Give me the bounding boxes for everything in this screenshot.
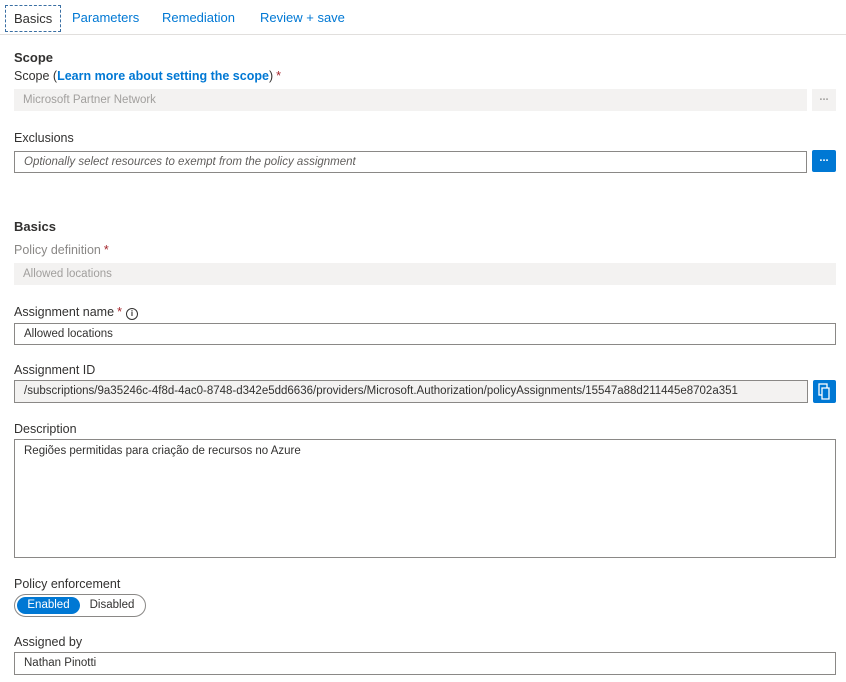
- scope-section-title: Scope: [14, 50, 54, 65]
- scope-label: Scope (Learn more about setting the scop…: [14, 69, 281, 83]
- description-label: Description: [14, 422, 77, 436]
- policy-definition-field: Allowed locations: [14, 263, 836, 285]
- exclusions-input[interactable]: Optionally select resources to exempt fr…: [14, 151, 807, 173]
- exclusions-browse-button[interactable]: ...: [812, 150, 836, 172]
- assignment-name-input[interactable]: Allowed locations: [14, 323, 836, 345]
- exclusions-placeholder: Optionally select resources to exempt fr…: [24, 156, 356, 168]
- tab-remediation[interactable]: Remediation: [162, 4, 235, 31]
- assignment-id-label: Assignment ID: [14, 363, 96, 377]
- assigned-by-label: Assigned by: [14, 635, 83, 649]
- basics-section-title: Basics: [14, 219, 56, 234]
- scope-field: Microsoft Partner Network: [14, 89, 807, 111]
- assignment-name-label-text: Assignment name: [14, 305, 115, 319]
- tab-bar: Basics Parameters Remediation Review + s…: [0, 0, 846, 35]
- assignment-name-required-mark: *: [117, 305, 122, 319]
- tab-basics[interactable]: Basics: [5, 5, 62, 32]
- policy-definition-required-mark: *: [103, 243, 109, 257]
- description-textarea[interactable]: Regiões permitidas para criação de recur…: [14, 439, 836, 558]
- policy-enforcement-label: Policy enforcement: [14, 577, 121, 591]
- assignment-name-label: Assignment name * i: [14, 305, 138, 320]
- scope-browse-button: ...: [812, 89, 836, 111]
- scope-label-text: Scope: [14, 69, 50, 83]
- assignment-id-field[interactable]: /subscriptions/9a35246c-4f8d-4ac0-8748-d…: [14, 380, 808, 403]
- enforcement-enabled-option[interactable]: Enabled: [17, 597, 80, 614]
- exclusions-label: Exclusions: [14, 131, 74, 145]
- scope-learn-more-link[interactable]: Learn more about setting the scope: [57, 69, 269, 83]
- enforcement-disabled-option[interactable]: Disabled: [81, 597, 143, 614]
- info-icon[interactable]: i: [125, 308, 138, 320]
- copy-button[interactable]: [813, 380, 836, 403]
- policy-definition-label-text: Policy definition: [14, 243, 101, 257]
- scope-required-mark: *: [276, 69, 281, 83]
- policy-enforcement-toggle: Enabled Disabled: [14, 594, 146, 617]
- assigned-by-input[interactable]: Nathan Pinotti: [14, 652, 836, 675]
- policy-assignment-form: Basics Parameters Remediation Review + s…: [0, 0, 846, 682]
- policy-definition-label: Policy definition *: [14, 243, 109, 257]
- copy-icon: [818, 383, 830, 400]
- tab-parameters[interactable]: Parameters: [72, 4, 139, 31]
- tab-review-save[interactable]: Review + save: [260, 4, 345, 31]
